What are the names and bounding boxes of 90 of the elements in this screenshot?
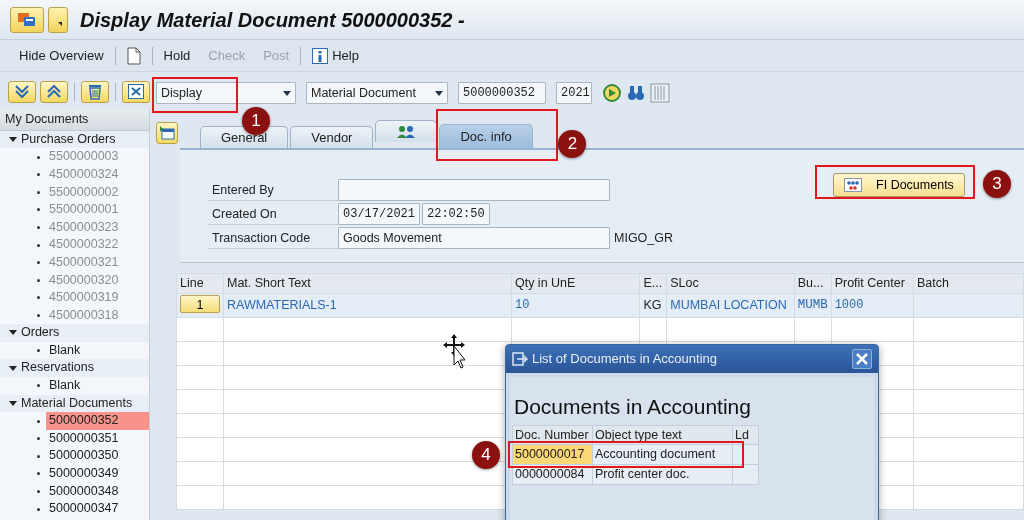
panel-icon <box>159 125 175 141</box>
dialog-heading: Documents in Accounting <box>513 394 752 420</box>
menu-button[interactable] <box>10 6 44 33</box>
code-label: MIGO_GR <box>614 229 674 247</box>
tree-item[interactable]: 5000000351 <box>46 429 149 448</box>
people-icon <box>396 124 417 139</box>
column-header: Batch <box>913 273 1024 294</box>
bullet-icon <box>37 507 40 511</box>
menu-icon <box>17 11 37 28</box>
expand-icon[interactable] <box>9 136 17 142</box>
window-title: Display Material Document 5000000352 - <box>80 7 465 33</box>
dialog-title: List of Documents in Accounting <box>532 350 718 369</box>
tree-item[interactable]: 5000000352 <box>46 412 149 430</box>
document-number[interactable]: 5000000017 <box>512 444 593 465</box>
bullet-icon <box>37 261 40 265</box>
execute-icon[interactable] <box>602 83 622 103</box>
bullet-icon <box>37 472 40 476</box>
input-field[interactable]: 03/17/2021 <box>338 203 420 225</box>
tree-item[interactable]: Blank <box>46 377 149 395</box>
input-field[interactable]: 22:02:50 <box>422 203 490 225</box>
toolbar-button[interactable]: Hide Overview <box>10 43 113 68</box>
tab[interactable]: Vendor <box>290 126 374 148</box>
close-button[interactable] <box>122 81 150 103</box>
bullet-icon <box>37 349 40 353</box>
expand-all-button[interactable] <box>8 81 36 103</box>
info-icon <box>312 47 329 64</box>
tree-item[interactable]: 5000000348 <box>46 482 149 501</box>
delete-button[interactable] <box>81 81 109 103</box>
close-icon <box>856 353 868 365</box>
document-icon <box>126 46 141 65</box>
table-cell: RAWMATERIALS-1 <box>223 293 512 318</box>
callout-number: 2 <box>558 130 587 158</box>
dialog-icon <box>512 352 528 366</box>
expand-icon[interactable] <box>9 365 17 371</box>
tree-item[interactable]: Blank <box>46 341 149 360</box>
collapse-all-button[interactable] <box>40 81 68 103</box>
binoculars-icon[interactable] <box>626 83 646 103</box>
expand-icon[interactable] <box>9 400 17 406</box>
input-field[interactable]: Goods Movement <box>338 227 610 249</box>
bullet-icon <box>37 190 40 194</box>
dots-grid-icon <box>844 178 863 192</box>
bullet-icon <box>37 243 40 247</box>
column-header: Line <box>176 273 224 294</box>
bullet-icon <box>37 173 40 177</box>
tree-item[interactable]: 5000000350 <box>46 447 149 466</box>
dropdown-caret-icon <box>435 90 443 96</box>
tab[interactable] <box>375 120 438 143</box>
column-header: E... <box>639 273 667 294</box>
bullet-icon <box>37 489 40 493</box>
fi-documents-button[interactable]: FI Documents <box>833 173 965 197</box>
tab[interactable]: Doc. info <box>439 124 533 148</box>
callout-number: 3 <box>983 170 1012 198</box>
input-field[interactable]: 5000000352 <box>458 82 546 104</box>
bullet-icon <box>37 155 40 159</box>
dropdown-caret-icon <box>283 90 291 96</box>
double-down-icon <box>13 83 31 101</box>
tree-item[interactable]: 5000000347 <box>46 500 149 518</box>
table-cell: MUMBAI LOCATION <box>666 293 795 318</box>
bullet-icon <box>37 437 40 441</box>
column-header: Bu... <box>794 273 832 294</box>
move-cursor-icon <box>442 333 466 369</box>
toolbar-button[interactable]: Hold <box>154 43 200 68</box>
expand-icon[interactable] <box>9 330 17 336</box>
bullet-icon <box>37 208 40 212</box>
input-field[interactable] <box>338 179 610 201</box>
tab[interactable]: General <box>200 126 289 148</box>
table-cell: 10 <box>511 293 640 318</box>
bullet-icon <box>37 278 40 282</box>
column-header: SLoc <box>666 273 795 294</box>
bullet-icon <box>37 454 40 458</box>
tree-header: My Documents <box>0 109 149 131</box>
input-field[interactable]: 2021 <box>556 82 592 104</box>
dropdown-field[interactable]: Material Document <box>306 82 448 104</box>
help-button[interactable]: Help <box>303 43 368 68</box>
bullet-icon <box>37 419 40 423</box>
tree-item[interactable]: 5000000349 <box>46 465 149 483</box>
trash-icon <box>86 83 104 101</box>
bullet-icon <box>37 314 40 317</box>
bullet-icon <box>37 226 40 229</box>
column-header: Mat. Short Text <box>223 273 512 294</box>
dropdown-field[interactable]: Display <box>156 82 296 104</box>
layout-button[interactable] <box>156 122 178 144</box>
bullet-icon <box>37 384 40 388</box>
row-selector-button[interactable]: 1 <box>180 295 220 314</box>
bullet-icon <box>37 296 40 300</box>
close-button[interactable] <box>852 349 872 369</box>
column-header: Qty in UnE <box>511 273 640 294</box>
column-header: Profit Center <box>831 273 914 294</box>
close-icon <box>127 83 145 101</box>
column-header: Doc. Number <box>512 425 593 445</box>
